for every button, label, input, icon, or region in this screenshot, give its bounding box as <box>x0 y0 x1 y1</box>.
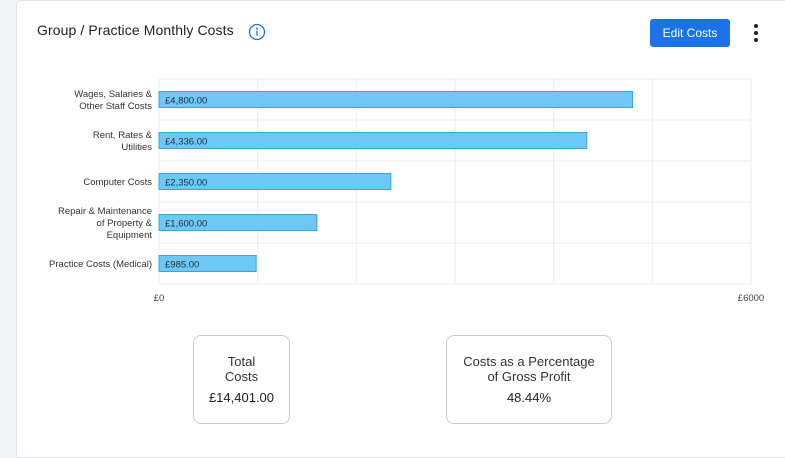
category-label: Repair & Maintenance of Property & Equipme… <box>58 206 153 241</box>
bar-data-label: £4,800.00 <box>165 96 207 107</box>
bar <box>158 132 588 149</box>
total-costs-value: £14,401.00 <box>208 390 275 405</box>
monthly-costs-card: Group / Practice Monthly Costs Edit Cost… <box>16 0 785 458</box>
bar-data-label: £4,336.00 <box>165 137 207 148</box>
costs-percentage-label: Costs as a Percentage of Gross Profit <box>463 354 595 384</box>
bar-data-label: £1,600.00 <box>165 219 207 230</box>
total-costs-box: Total Costs £14,401.00 <box>193 335 290 424</box>
category-label: Wages, Salaries & Other Staff Costs <box>74 89 152 112</box>
category-label: Rent, Rates & Utilities <box>93 130 153 153</box>
bar-data-label: £985.00 <box>165 260 199 271</box>
total-costs-label: Total Costs <box>224 354 259 384</box>
bar-data-label: £2,350.00 <box>165 178 207 189</box>
costs-bar-chart: £4,800.00 Wages, Salaries & Other Staff Co… <box>49 78 764 304</box>
category-label: Practice Costs (Medical) <box>49 259 152 270</box>
category-label: Computer Costs <box>83 177 152 188</box>
costs-percentage-value: 48.44% <box>506 390 552 405</box>
x-tick-label: £6000 <box>738 293 764 304</box>
costs-percentage-box: Costs as a Percentage of Gross Profit 48… <box>446 335 612 424</box>
bar <box>158 91 634 108</box>
x-tick-label: £0 <box>154 293 165 304</box>
